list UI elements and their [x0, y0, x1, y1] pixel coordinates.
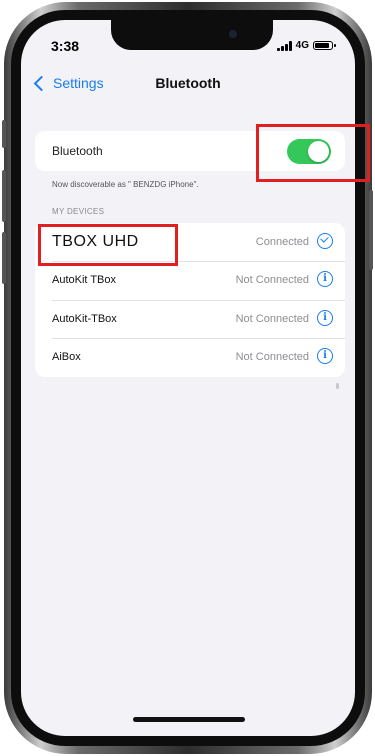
device-status: Not Connected — [235, 313, 309, 325]
phone-volume-up-button — [2, 170, 6, 222]
info-icon[interactable]: i — [317, 271, 333, 287]
highlight-box-device — [38, 224, 178, 266]
device-name: AutoKit-TBox — [52, 313, 117, 325]
status-time: 3:38 — [51, 38, 80, 54]
phone-volume-down-button — [2, 232, 6, 284]
front-camera — [229, 30, 237, 38]
discoverable-text: Now discoverable as " BENZDG iPhone". — [52, 180, 199, 189]
notch — [111, 20, 273, 50]
bluetooth-toggle-label: Bluetooth — [52, 144, 103, 158]
battery-icon — [313, 41, 336, 50]
device-row-aibox[interactable]: AiBox Not Connected i — [35, 338, 345, 376]
signal-icon — [276, 40, 292, 51]
device-row-autokit-tbox-dash[interactable]: AutoKit-TBox Not Connected i — [35, 300, 345, 338]
highlight-box-toggle — [256, 124, 370, 182]
scroll-indicator — [336, 383, 339, 389]
section-header-my-devices: MY DEVICES — [52, 207, 105, 216]
phone-silent-switch — [2, 120, 6, 148]
info-icon[interactable]: i — [317, 348, 333, 364]
device-status: Not Connected — [235, 274, 309, 286]
status-indicators: 4G — [276, 40, 336, 51]
device-row-autokit-tbox[interactable]: AutoKit TBox Not Connected i — [35, 261, 345, 299]
phone-power-button — [369, 190, 373, 270]
network-type: 4G — [295, 40, 309, 51]
phone-mockup: 3:38 4G Settings Bluetooth Bluetooth Now… — [0, 0, 375, 756]
info-icon[interactable]: i — [317, 310, 333, 326]
device-status: Connected — [255, 236, 309, 248]
device-name: AiBox — [52, 351, 81, 363]
device-status: Not Connected — [235, 351, 309, 363]
connected-check-icon[interactable] — [317, 233, 333, 249]
home-indicator[interactable] — [133, 717, 245, 722]
device-name: AutoKit TBox — [52, 274, 116, 286]
page-title: Bluetooth — [155, 75, 221, 91]
